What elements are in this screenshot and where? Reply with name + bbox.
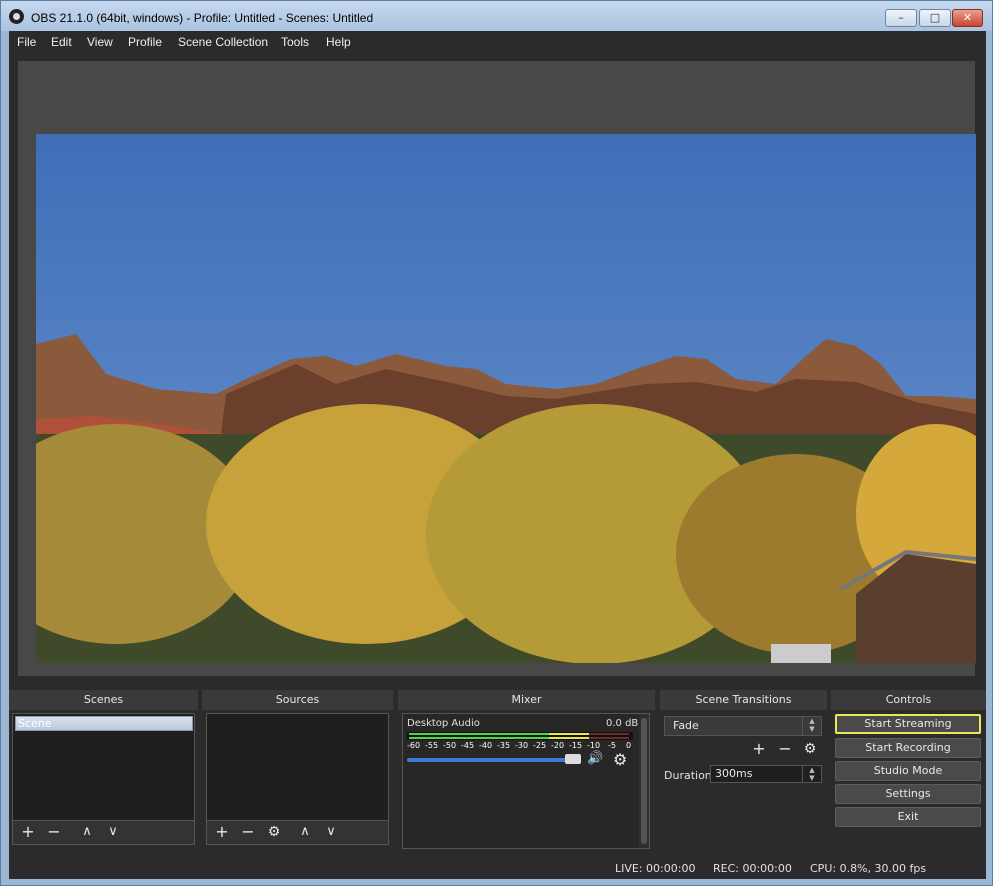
meter-scale-tick: -45 <box>461 741 475 750</box>
settings-button[interactable]: Settings <box>835 784 981 804</box>
menu-edit[interactable]: Edit <box>51 35 72 49</box>
spin-arrows-icon: ▲ ▼ <box>802 766 821 782</box>
controls-dock-title: Controls <box>831 690 986 710</box>
scenes-list[interactable]: Scene <box>12 713 195 821</box>
meter-scale-tick: 0 <box>626 741 632 750</box>
meter-scale-tick: -60 <box>407 741 421 750</box>
volume-slider-fill <box>407 758 579 762</box>
menu-profile[interactable]: Profile <box>128 35 162 49</box>
menu-tools[interactable]: Tools <box>281 35 309 49</box>
mixer-channel-name: Desktop Audio <box>407 718 480 729</box>
preview-area[interactable] <box>18 61 976 676</box>
status-bar: LIVE: 00:00:00 REC: 00:00:00 CPU: 0.8%, … <box>9 857 986 879</box>
mixer-settings-gear-icon[interactable]: ⚙ <box>613 750 627 769</box>
scene-list-item[interactable]: Scene <box>15 716 193 731</box>
preview-image <box>36 134 976 663</box>
transition-properties-gear-icon[interactable]: ⚙ <box>800 740 820 760</box>
live-status: LIVE: 00:00:00 <box>615 862 696 875</box>
studio-mode-button[interactable]: Studio Mode <box>835 761 981 781</box>
cpu-status: CPU: 0.8%, 30.00 fps <box>810 862 927 875</box>
obs-logo-icon <box>9 9 24 24</box>
sources-toolbar: + − ⚙ ∧ ∨ <box>206 821 389 845</box>
add-transition-icon[interactable]: + <box>749 740 769 760</box>
remove-scene-icon[interactable]: − <box>44 823 64 843</box>
title-bar[interactable]: OBS 21.1.0 (64bit, windows) - Profile: U… <box>1 1 992 31</box>
select-arrows-icon: ▲ ▼ <box>802 717 821 735</box>
mixer-dock-title: Mixer <box>398 690 655 710</box>
sources-list[interactable] <box>206 713 389 821</box>
meter-scale-tick: -40 <box>479 741 493 750</box>
meter-scale-tick: -35 <box>497 741 511 750</box>
minimize-button[interactable]: – <box>885 9 917 27</box>
remove-source-icon[interactable]: − <box>238 823 258 843</box>
obs-window: OBS 21.1.0 (64bit, windows) - Profile: U… <box>0 0 993 886</box>
mixer-channel-db: 0.0 dB <box>606 718 639 729</box>
meter-scale-tick: -5 <box>608 741 616 750</box>
mixer-panel: Desktop Audio 0.0 dB -60 -55 -50 -45 -40… <box>402 713 650 849</box>
start-recording-button[interactable]: Start Recording <box>835 738 981 758</box>
mute-speaker-icon[interactable]: 🔊 <box>587 751 603 766</box>
add-scene-icon[interactable]: + <box>18 823 38 843</box>
add-source-icon[interactable]: + <box>212 823 232 843</box>
duration-spinbox[interactable]: 300ms ▲ ▼ <box>710 765 822 783</box>
meter-scale-tick: -15 <box>569 741 583 750</box>
menu-view[interactable]: View <box>87 35 113 49</box>
transitions-dock-title: Scene Transitions <box>660 690 827 710</box>
source-properties-gear-icon[interactable]: ⚙ <box>264 823 284 843</box>
meter-scale-tick: -25 <box>533 741 547 750</box>
duration-value: 300ms <box>715 767 753 780</box>
meter-scale-tick: -30 <box>515 741 529 750</box>
sources-dock-title: Sources <box>202 690 393 710</box>
menu-file[interactable]: File <box>17 35 36 49</box>
mixer-scrollbar[interactable] <box>639 714 649 848</box>
scenes-toolbar: + − ∧ ∨ <box>12 821 195 845</box>
move-source-up-icon[interactable]: ∧ <box>295 823 315 843</box>
rec-status: REC: 00:00:00 <box>713 862 792 875</box>
close-button[interactable]: ✕ <box>952 9 983 27</box>
meter-scale-tick: -10 <box>587 741 601 750</box>
maximize-button[interactable]: □ <box>919 9 951 27</box>
volume-slider-handle[interactable] <box>565 754 581 764</box>
meter-scale-tick: -55 <box>425 741 439 750</box>
menu-help[interactable]: Help <box>326 35 351 49</box>
move-source-down-icon[interactable]: ∨ <box>321 823 341 843</box>
duration-label: Duration <box>664 769 712 782</box>
menu-scene-collection[interactable]: Scene Collection <box>178 35 268 49</box>
start-streaming-button[interactable]: Start Streaming <box>835 714 981 734</box>
volume-meter <box>407 732 633 740</box>
meter-scale-tick: -50 <box>443 741 457 750</box>
scenes-dock-title: Scenes <box>9 690 198 710</box>
window-title: OBS 21.1.0 (64bit, windows) - Profile: U… <box>31 11 374 25</box>
transition-select[interactable]: Fade ▲ ▼ <box>664 716 822 736</box>
remove-transition-icon[interactable]: − <box>775 740 795 760</box>
move-scene-down-icon[interactable]: ∨ <box>103 823 123 843</box>
main-client-area: File Edit View Profile Scene Collection … <box>9 31 986 879</box>
volume-slider-track[interactable] <box>407 758 579 762</box>
transition-selected: Fade <box>673 719 699 732</box>
exit-button[interactable]: Exit <box>835 807 981 827</box>
menu-bar: File Edit View Profile Scene Collection … <box>9 31 986 55</box>
move-scene-up-icon[interactable]: ∧ <box>77 823 97 843</box>
meter-scale-tick: -20 <box>551 741 565 750</box>
